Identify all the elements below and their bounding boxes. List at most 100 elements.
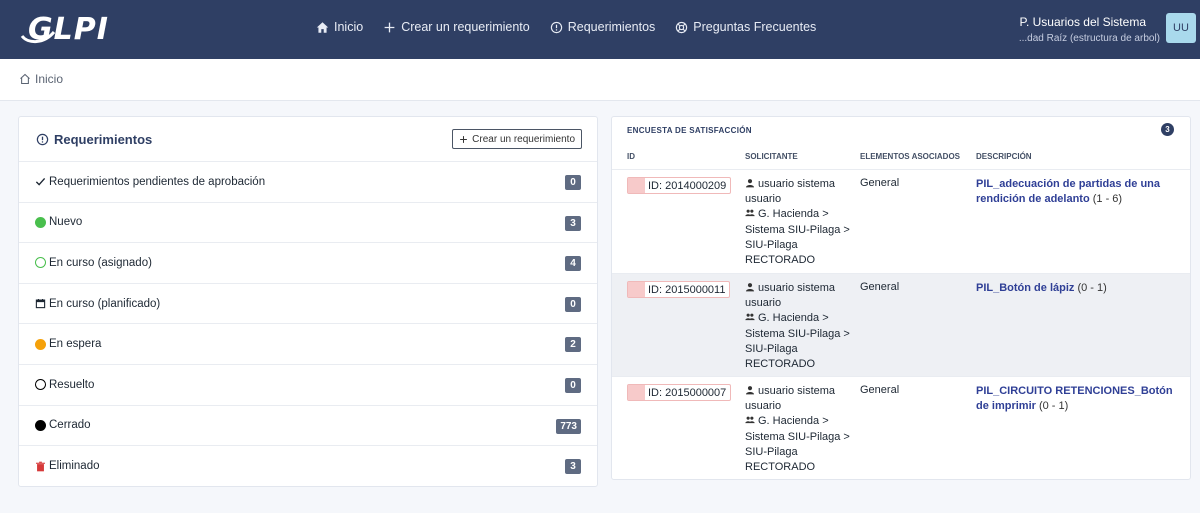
alert-circle-icon bbox=[36, 133, 49, 146]
ticket-id: ID: 2015000011 bbox=[648, 283, 726, 296]
calendar-icon bbox=[34, 298, 46, 310]
top-navbar: GLPI Inicio Crear un requerimiento Reque… bbox=[0, 0, 1200, 59]
main-nav: Inicio Crear un requerimiento Requerimie… bbox=[316, 20, 816, 34]
requester-user[interactable]: usuario sistema usuario bbox=[745, 177, 855, 207]
status-label: Cerrado bbox=[49, 419, 91, 432]
status-count-badge: 773 bbox=[556, 418, 581, 434]
status-row-new[interactable]: Nuevo 3 bbox=[19, 203, 597, 244]
ticket-id: ID: 2015000007 bbox=[648, 386, 727, 399]
column-header-id[interactable]: ID bbox=[627, 152, 635, 161]
requester-user-name: usuario sistema usuario bbox=[745, 178, 836, 206]
user-icon bbox=[745, 386, 755, 395]
user-icon bbox=[745, 283, 755, 292]
check-icon bbox=[34, 176, 46, 188]
alert-circle-icon bbox=[550, 21, 562, 33]
dot-black-icon bbox=[34, 419, 46, 431]
status-row-planned[interactable]: En curso (planificado) 0 bbox=[19, 284, 597, 325]
status-row-solved[interactable]: Resuelto 0 bbox=[19, 365, 597, 406]
breadcrumb-home: Inicio bbox=[35, 72, 64, 86]
status-label: En curso (asignado) bbox=[49, 256, 152, 269]
ticket-status-swatch bbox=[628, 282, 645, 297]
create-ticket-button[interactable]: Crear un requerimiento bbox=[452, 129, 582, 149]
status-label: En espera bbox=[49, 338, 102, 351]
status-row-deleted[interactable]: Eliminado 3 bbox=[19, 446, 597, 487]
nav-tickets-label: Requerimientos bbox=[567, 20, 656, 34]
requester-cell: usuario sistema usuario G. Hacienda > Si… bbox=[745, 384, 855, 475]
home-icon bbox=[316, 21, 329, 33]
requester-group-name: G. Hacienda > Sistema SIU-Pilaga > SIU-P… bbox=[745, 208, 850, 267]
dot-orange-icon bbox=[34, 338, 46, 350]
requester-group-name: G. Hacienda > Sistema SIU-Pilaga > SIU-P… bbox=[745, 415, 850, 474]
breadcrumb[interactable]: Inicio bbox=[19, 72, 63, 86]
requester-cell: usuario sistema usuario G. Hacienda > Si… bbox=[745, 177, 855, 268]
plus-icon bbox=[384, 22, 395, 32]
nav-create-ticket-label: Crear un requerimiento bbox=[401, 20, 530, 34]
followup-range: (0 - 1) bbox=[1038, 400, 1069, 413]
associated-element: General bbox=[860, 281, 900, 293]
status-count-badge: 0 bbox=[565, 296, 581, 312]
glpi-logo[interactable]: GLPI bbox=[18, 10, 108, 47]
status-count-badge: 0 bbox=[565, 175, 581, 190]
followup-range: (0 - 1) bbox=[1077, 282, 1107, 294]
requester-group-name: G. Hacienda > Sistema SIU-Pilaga > SIU-P… bbox=[745, 312, 850, 371]
status-count-badge: 4 bbox=[565, 256, 581, 272]
ticket-title-link[interactable]: PIL_Botón de lápiz bbox=[976, 282, 1074, 294]
requester-group[interactable]: G. Hacienda > Sistema SIU-Pilaga > SIU-P… bbox=[745, 311, 855, 372]
status-count-badge: 2 bbox=[565, 337, 581, 353]
requester-group[interactable]: G. Hacienda > Sistema SIU-Pilaga > SIU-P… bbox=[745, 414, 855, 475]
avatar[interactable]: UU bbox=[1166, 13, 1196, 43]
user-icon bbox=[745, 179, 755, 188]
dot-green-icon bbox=[34, 216, 46, 228]
circle-outline-black-icon bbox=[34, 379, 46, 391]
ticket-status-swatch bbox=[628, 385, 645, 400]
column-header-requester[interactable]: SOLICITANTE bbox=[745, 152, 798, 161]
users-group-icon bbox=[745, 313, 755, 321]
requester-user[interactable]: usuario sistema usuario bbox=[745, 384, 855, 414]
ticket-title-link[interactable]: PIL_CIRCUITO RETENCIONES_Botón de imprim… bbox=[976, 385, 1173, 412]
lifebuoy-icon bbox=[676, 21, 688, 33]
status-label: Resuelto bbox=[49, 378, 95, 391]
nav-faq[interactable]: Preguntas Frecuentes bbox=[675, 20, 816, 34]
status-row-waiting[interactable]: En espera 2 bbox=[19, 324, 597, 365]
ticket-id-badge[interactable]: ID: 2015000011 bbox=[627, 281, 731, 298]
logo-text: GLPI bbox=[28, 12, 109, 47]
nav-create-ticket[interactable]: Crear un requerimiento bbox=[383, 20, 530, 34]
requester-cell: usuario sistema usuario G. Hacienda > Si… bbox=[745, 281, 855, 372]
table-row[interactable]: ID: 2014000209 usuario sistema usuario G… bbox=[612, 169, 1190, 273]
nav-home-label: Inicio bbox=[334, 20, 364, 34]
ticket-id: ID: 2014000209 bbox=[648, 179, 727, 192]
status-count-badge: 0 bbox=[565, 377, 581, 393]
nav-tickets[interactable]: Requerimientos bbox=[550, 20, 656, 34]
users-group-icon bbox=[745, 209, 755, 217]
table-row[interactable]: ID: 2015000011 usuario sistema usuario G… bbox=[612, 273, 1190, 376]
requester-user-name: usuario sistema usuario bbox=[745, 385, 836, 413]
nav-faq-label: Preguntas Frecuentes bbox=[693, 20, 817, 34]
column-header-elements[interactable]: ELEMENTOS ASOCIADOS bbox=[860, 152, 960, 161]
status-label: Nuevo bbox=[49, 216, 83, 229]
description-cell: PIL_CIRCUITO RETENCIONES_Botón de imprim… bbox=[976, 384, 1176, 414]
status-label: Eliminado bbox=[49, 460, 100, 473]
tickets-card: Requerimientos Crear un requerimiento Re… bbox=[18, 116, 598, 487]
user-profile-name: P. Usuarios del Sistema bbox=[1019, 15, 1146, 29]
requester-user-name: usuario sistema usuario bbox=[745, 282, 836, 310]
table-row[interactable]: ID: 2015000007 usuario sistema usuario G… bbox=[612, 376, 1190, 480]
followup-range: (1 - 6) bbox=[1092, 193, 1123, 206]
column-header-description[interactable]: DESCRIPCIÓN bbox=[976, 152, 1032, 161]
ticket-title-link[interactable]: PIL_adecuación de partidas de una rendic… bbox=[976, 178, 1160, 205]
status-row-pending-approval[interactable]: Requerimientos pendientes de aprobación … bbox=[19, 162, 597, 203]
user-menu[interactable]: P. Usuarios del Sistema ...dad Raíz (est… bbox=[1019, 15, 1160, 44]
plus-icon bbox=[460, 135, 468, 143]
status-count-badge: 3 bbox=[565, 459, 581, 475]
nav-home[interactable]: Inicio bbox=[316, 20, 363, 34]
tickets-card-title: Requerimientos bbox=[36, 132, 152, 147]
requester-user[interactable]: usuario sistema usuario bbox=[745, 281, 855, 311]
status-row-closed[interactable]: Cerrado 773 bbox=[19, 406, 597, 447]
circle-outline-green-icon bbox=[34, 257, 46, 269]
ticket-id-badge[interactable]: ID: 2014000209 bbox=[627, 177, 732, 194]
status-count-badge: 3 bbox=[565, 215, 581, 231]
satisfaction-survey-card: ENCUESTA DE SATISFACCIÓN 3 ID SOLICITANT… bbox=[611, 116, 1191, 480]
status-row-assigned[interactable]: En curso (asignado) 4 bbox=[19, 243, 597, 284]
survey-title: ENCUESTA DE SATISFACCIÓN bbox=[627, 126, 752, 135]
ticket-id-badge[interactable]: ID: 2015000007 bbox=[627, 384, 732, 401]
requester-group[interactable]: G. Hacienda > Sistema SIU-Pilaga > SIU-P… bbox=[745, 207, 855, 268]
